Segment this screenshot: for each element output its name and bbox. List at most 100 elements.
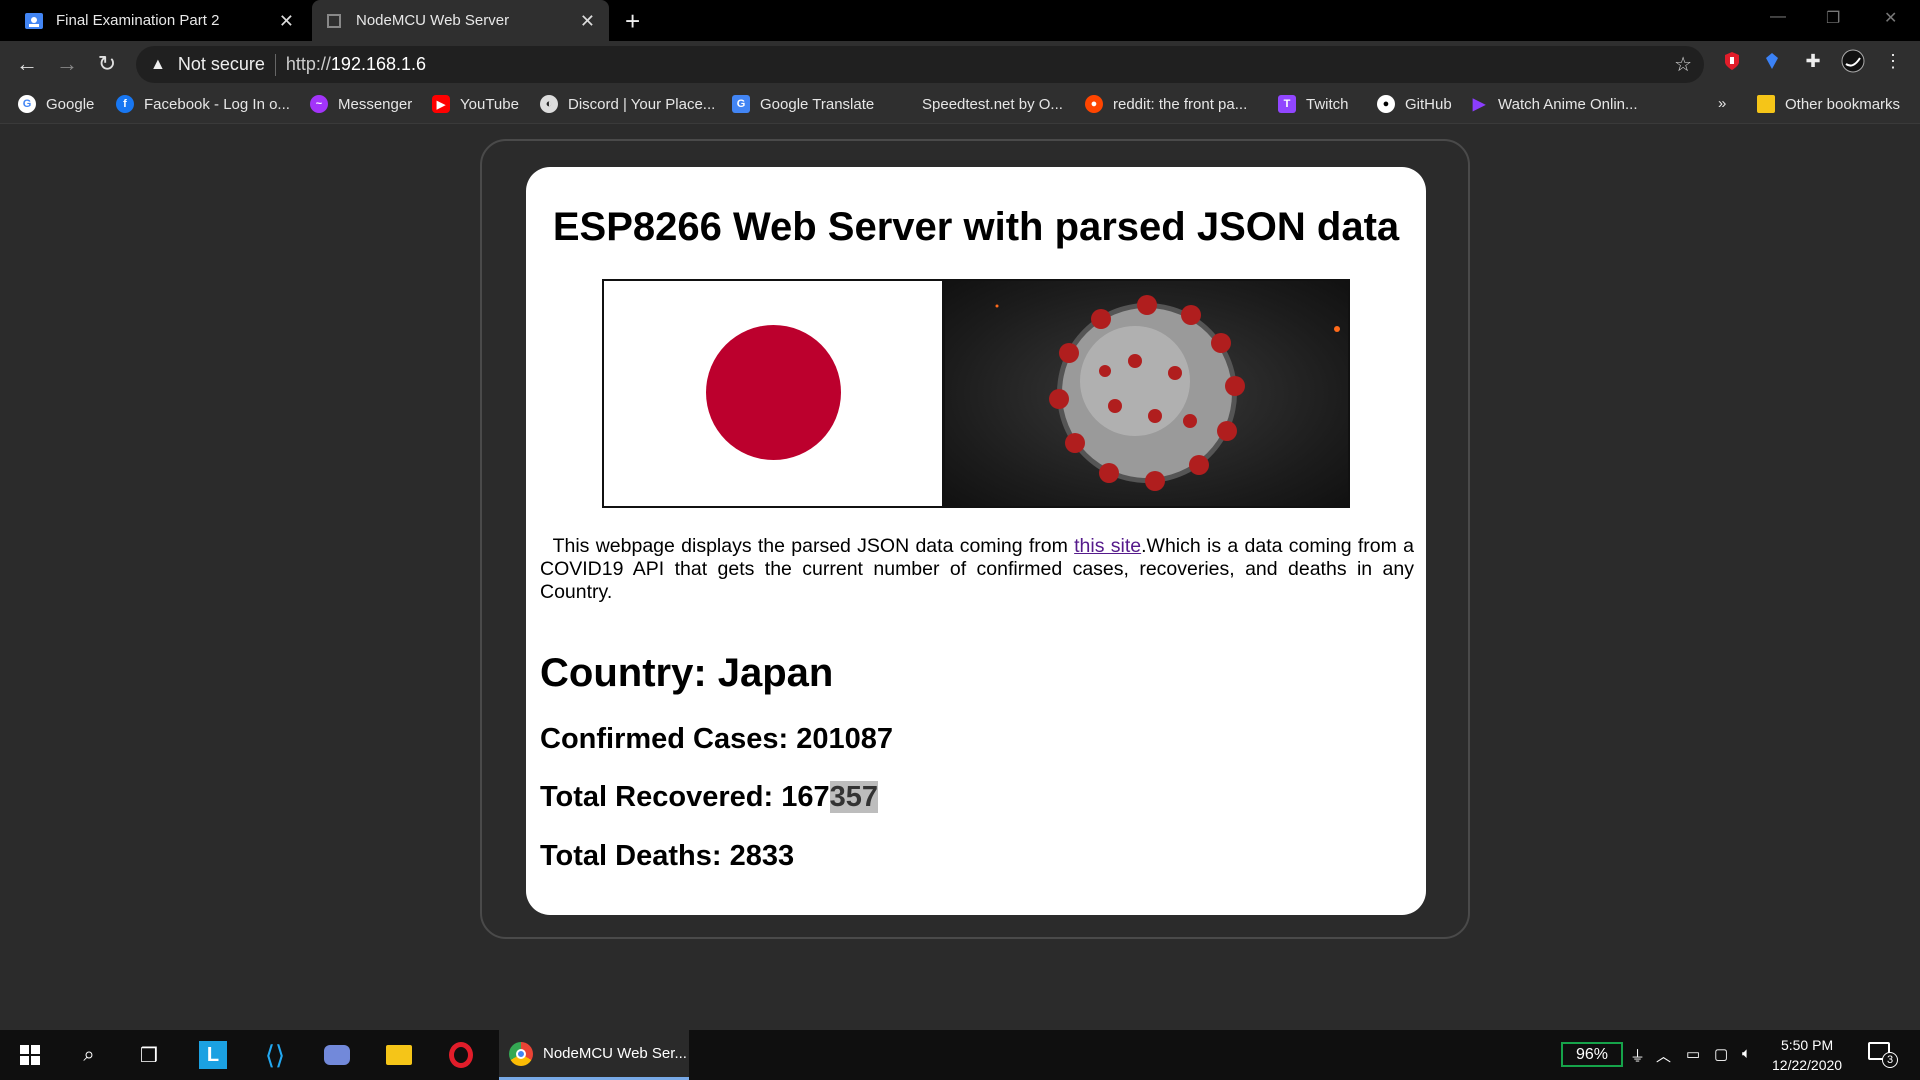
tray-chevron-up-icon[interactable]: ︿	[1656, 1045, 1671, 1066]
divider	[274, 53, 276, 76]
taskbar: ⌕ ❒ L ⟨⟩ NodeMCU Web Ser... 96% ⏚ ︿ ▭ ▢ …	[0, 1030, 1920, 1080]
other-bookmarks[interactable]: Other bookmarks	[1757, 95, 1900, 113]
bookmark-label: Google Translate	[760, 95, 875, 113]
url-host: 192.168.1.6	[330, 54, 427, 74]
bookmark-google[interactable]: G Google	[18, 95, 94, 113]
discord-app-icon[interactable]	[322, 1040, 352, 1070]
speedtest-icon	[894, 95, 912, 113]
search-icon[interactable]: ⌕	[74, 1040, 104, 1070]
extension-red-icon[interactable]	[1720, 49, 1744, 73]
opera-icon[interactable]	[446, 1040, 476, 1070]
taskbar-app-label: NodeMCU Web Ser...	[543, 1045, 687, 1062]
tab-nodemcu[interactable]: NodeMCU Web Server ✕	[312, 0, 609, 41]
close-tab-icon[interactable]: ✕	[580, 11, 595, 32]
page-viewport: ESP8266 Web Server with parsed JSON data	[0, 124, 1920, 1030]
notification-count: 3	[1882, 1052, 1898, 1068]
tab-title: Final Examination Part 2	[56, 12, 220, 29]
recovered-text: Total Recovered: 167	[540, 781, 830, 813]
bookmark-label: Google	[46, 95, 95, 113]
classroom-icon	[24, 11, 44, 31]
forward-icon[interactable]: →	[52, 51, 82, 77]
task-view-icon[interactable]: ❒	[134, 1040, 164, 1070]
clock[interactable]: 5:50 PM 12/22/2020	[1772, 1035, 1842, 1075]
page-heading: ESP8266 Web Server with parsed JSON data	[552, 205, 1400, 249]
profile-avatar[interactable]	[1841, 49, 1865, 73]
flag-disc	[706, 325, 841, 460]
total-recovered: Total Recovered: 167357	[540, 781, 878, 814]
chrome-icon	[509, 1041, 533, 1066]
coronavirus-image	[945, 281, 1348, 506]
bookmark-label: reddit: the front pa...	[1113, 95, 1248, 113]
restore-icon[interactable]: ❐	[1826, 8, 1840, 28]
bookmark-messenger[interactable]: ~ Messenger	[310, 95, 412, 113]
windows-start-icon[interactable]	[15, 1040, 45, 1070]
japan-flag-image	[604, 281, 945, 506]
content-card: ESP8266 Web Server with parsed JSON data	[526, 167, 1426, 915]
reload-icon[interactable]: ↻	[92, 51, 122, 77]
bookmark-anime[interactable]: ▶ Watch Anime Onlin...	[1470, 95, 1638, 114]
tab-final-examination[interactable]: Final Examination Part 2 ✕	[0, 0, 308, 41]
notifications-icon[interactable]: 3	[1868, 1042, 1898, 1068]
volume-icon[interactable]: 🔈︎	[1742, 1045, 1751, 1062]
bookmark-speedtest[interactable]: Speedtest.net by O...	[894, 95, 1063, 113]
virus-illustration	[995, 295, 1340, 491]
menu-icon[interactable]: ⋮	[1881, 49, 1905, 73]
close-window-icon[interactable]: ✕	[1884, 8, 1897, 28]
bookmark-google-translate[interactable]: G Google Translate	[732, 95, 874, 113]
warning-icon[interactable]: ▲	[150, 56, 166, 74]
minimize-icon[interactable]: —	[1770, 8, 1786, 26]
google-icon: G	[18, 95, 36, 113]
file-explorer-icon[interactable]	[384, 1040, 414, 1070]
address-bar[interactable]: ▲ Not secure http://192.168.1.6 ☆	[136, 46, 1704, 83]
toolbar: ← → ↻ ▲ Not secure http://192.168.1.6 ☆	[0, 41, 1920, 88]
launcher-l-icon[interactable]: L	[198, 1040, 228, 1070]
facebook-icon: f	[116, 95, 134, 113]
close-tab-icon[interactable]: ✕	[279, 11, 294, 32]
youtube-icon: ▶	[432, 95, 450, 113]
power-plug-icon[interactable]: ⏚	[1630, 1045, 1645, 1066]
extensions-puzzle-icon[interactable]: ✚	[1801, 49, 1825, 73]
bookmark-label: Discord | Your Place...	[568, 95, 716, 113]
security-label[interactable]: Not secure	[178, 54, 265, 75]
network-icon[interactable]: ▢	[1714, 1045, 1728, 1063]
extension-blue-icon[interactable]	[1760, 49, 1784, 73]
bookmark-label: GitHub	[1405, 95, 1452, 113]
folder-icon	[1757, 95, 1775, 113]
new-tab-icon[interactable]: +	[625, 6, 640, 37]
bookmark-label: Messenger	[338, 95, 413, 113]
description: This webpage displays the parsed JSON da…	[540, 535, 1414, 604]
bookmarks-overflow-icon[interactable]: »	[1718, 95, 1726, 112]
bookmark-label: YouTube	[460, 95, 519, 113]
bookmark-label: Speedtest.net by O...	[922, 95, 1063, 113]
outer-frame: ESP8266 Web Server with parsed JSON data	[480, 139, 1470, 939]
bookmark-reddit[interactable]: ● reddit: the front pa...	[1085, 95, 1247, 113]
webpage-icon	[324, 11, 344, 31]
translate-icon: G	[732, 95, 750, 113]
bookmark-youtube[interactable]: ▶ YouTube	[432, 95, 519, 113]
total-deaths: Total Deaths: 2833	[540, 840, 795, 872]
messenger-icon: ~	[310, 95, 328, 113]
reddit-icon: ●	[1085, 95, 1103, 113]
bookmark-discord[interactable]: ◐ Discord | Your Place...	[540, 95, 715, 113]
vscode-icon[interactable]: ⟨⟩	[260, 1040, 290, 1070]
github-icon: ●	[1377, 95, 1395, 113]
bookmark-label: Other bookmarks	[1785, 95, 1901, 113]
battery-indicator[interactable]: 96%	[1561, 1042, 1623, 1067]
bookmark-star-icon[interactable]: ☆	[1674, 52, 1692, 77]
bookmark-label: Twitch	[1306, 95, 1349, 113]
anime-icon: ▶	[1472, 96, 1486, 113]
bookmark-github[interactable]: ● GitHub	[1377, 95, 1452, 113]
tab-title: NodeMCU Web Server	[356, 12, 510, 29]
bookmark-facebook[interactable]: f Facebook - Log In o...	[116, 95, 290, 113]
bookmark-twitch[interactable]: T Twitch	[1278, 95, 1349, 113]
country-title: Country: Japan	[540, 651, 834, 695]
source-link[interactable]: this site	[1074, 535, 1141, 557]
confirmed-cases: Confirmed Cases: 201087	[540, 723, 893, 755]
overflow-glyph: »	[1718, 95, 1727, 112]
clock-time: 5:50 PM	[1780, 1037, 1834, 1053]
battery-icon[interactable]: ▭	[1686, 1045, 1700, 1063]
discord-icon: ◐	[540, 95, 558, 113]
taskbar-chrome-app[interactable]: NodeMCU Web Ser...	[499, 1030, 689, 1080]
selected-text: 357	[829, 781, 878, 813]
back-icon[interactable]: ←	[12, 51, 42, 77]
